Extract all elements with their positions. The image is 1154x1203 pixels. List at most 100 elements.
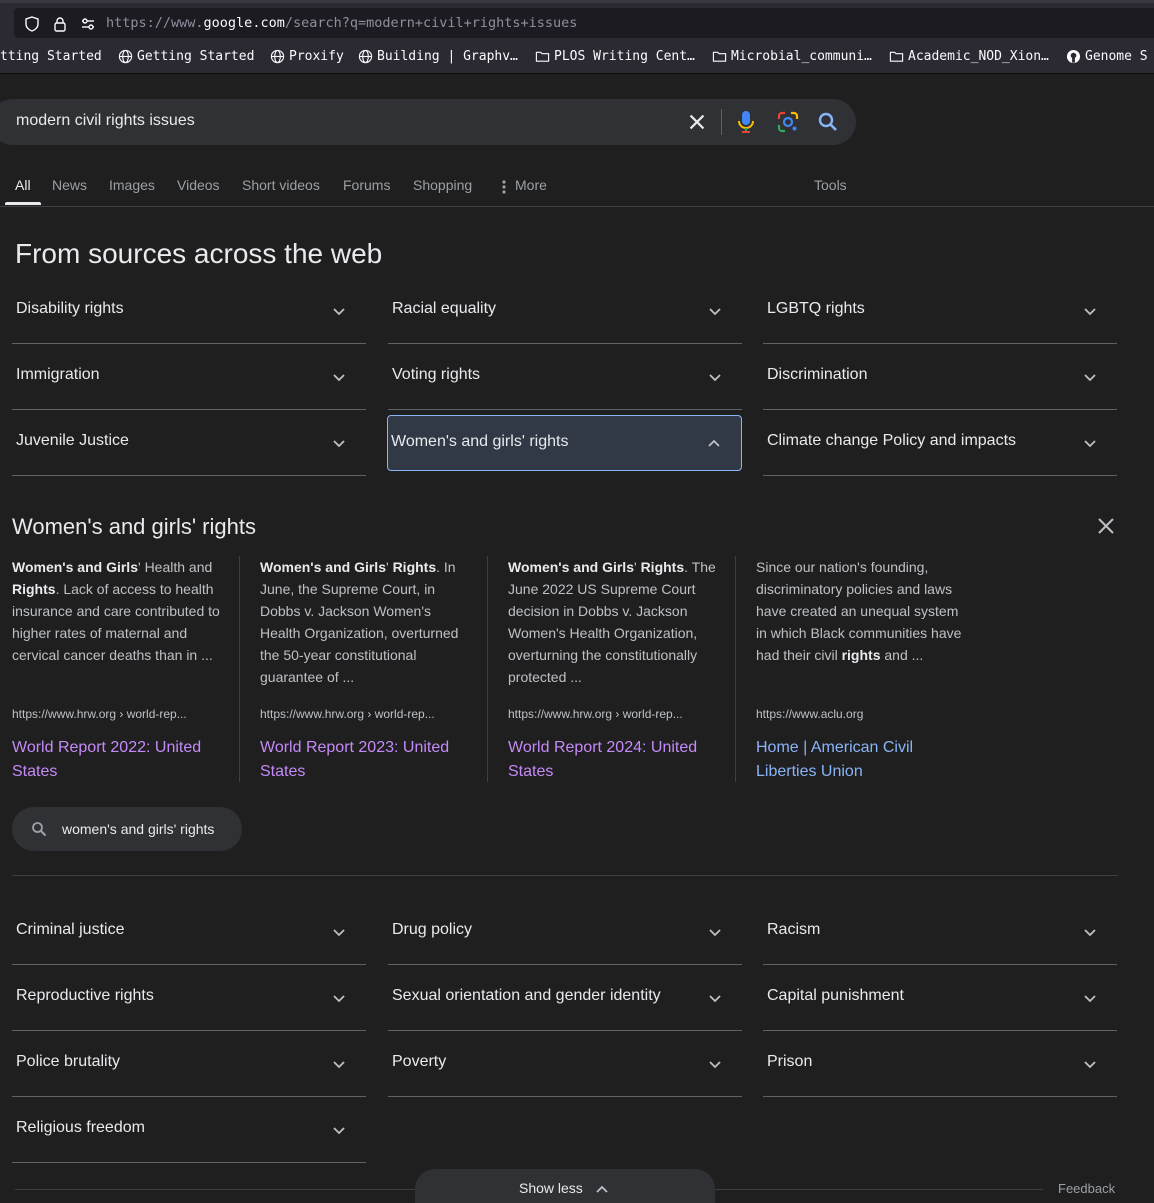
search-icon[interactable] — [816, 110, 840, 134]
tab-forums[interactable]: Forums — [343, 177, 390, 193]
bookmark-label: PLOS Writing Cent… — [554, 49, 695, 64]
topic-accordion[interactable]: Racial equality — [388, 278, 742, 344]
topic-label: Police brutality — [16, 1053, 121, 1070]
chevron-up-icon — [708, 439, 720, 447]
bookmark-item[interactable]: PLOS Writing Cent… — [535, 49, 695, 64]
search-box[interactable]: modern civil rights issues — [0, 99, 856, 145]
bookmark-item[interactable]: Microbial_communi… — [712, 49, 872, 64]
url-prefix: https://www. — [106, 15, 204, 31]
result-card[interactable]: Women's and Girls' Rights. In June, the … — [260, 556, 488, 782]
topic-label: Sexual orientation and gender identity — [392, 987, 661, 1004]
chevron-down-icon — [709, 995, 721, 1003]
lock-icon[interactable] — [52, 16, 68, 32]
topic-accordion[interactable]: Immigration — [12, 344, 366, 410]
topic-accordion[interactable]: Prison — [763, 1031, 1117, 1097]
result-source: https://www.hrw.org › world-rep... — [260, 707, 435, 721]
url-text[interactable]: https://www.google.com/search?q=modern+c… — [106, 15, 577, 31]
show-less-label: Show less — [519, 1180, 583, 1196]
permissions-icon[interactable] — [80, 16, 96, 32]
bookmark-item[interactable]: Genome S — [1066, 49, 1148, 64]
topic-accordion[interactable]: Women's and girls' rights — [387, 415, 742, 471]
topic-label: Capital punishment — [767, 987, 904, 1004]
bookmarks-bar: tting Started Getting Started Proxify Bu… — [0, 42, 1154, 74]
bookmark-label: Genome S — [1085, 49, 1148, 64]
bookmark-item[interactable]: Proxify — [270, 49, 344, 64]
chevron-down-icon — [1084, 308, 1096, 316]
result-source: https://www.hrw.org › world-rep... — [508, 707, 683, 721]
chevron-up-icon — [596, 1185, 608, 1193]
panel-title: Women's and girls' rights — [12, 514, 256, 539]
topic-label: Racism — [767, 921, 821, 938]
topic-label: Juvenile Justice — [16, 432, 129, 449]
tab-more[interactable]: More — [515, 177, 547, 193]
shield-icon[interactable] — [24, 16, 40, 32]
topic-accordion[interactable]: Religious freedom — [12, 1097, 366, 1163]
topic-accordion[interactable]: Drug policy — [388, 899, 742, 965]
search-query[interactable]: modern civil rights issues — [16, 112, 195, 130]
bookmark-label: Microbial_communi… — [731, 49, 872, 64]
topic-label: Discrimination — [767, 366, 868, 383]
microphone-icon[interactable] — [736, 110, 756, 134]
topic-accordion[interactable]: Voting rights — [388, 344, 742, 410]
tab-shopping[interactable]: Shopping — [413, 177, 472, 193]
result-title-link[interactable]: World Report 2022: United States — [12, 736, 212, 784]
topic-accordion[interactable]: Juvenile Justice — [12, 410, 366, 476]
topic-accordion[interactable]: Disability rights — [12, 278, 366, 344]
tab-videos[interactable]: Videos — [177, 177, 220, 193]
search-tabs: All News Images Videos Short videos Foru… — [0, 166, 1154, 207]
topic-accordion[interactable]: Police brutality — [12, 1031, 366, 1097]
result-snippet: Since our nation's founding, discriminat… — [756, 559, 962, 663]
topic-accordion[interactable]: Poverty — [388, 1031, 742, 1097]
result-snippet: Women's and Girls' Rights. In June, the … — [260, 559, 459, 685]
card-divider — [487, 556, 488, 782]
tab-all[interactable]: All — [15, 177, 31, 193]
topic-accordion[interactable]: Racism — [763, 899, 1117, 965]
folder-icon — [535, 51, 550, 62]
chevron-down-icon — [1084, 929, 1096, 937]
folder-icon — [712, 51, 727, 62]
result-source: https://www.hrw.org › world-rep... — [12, 707, 187, 721]
topic-label: Immigration — [16, 366, 100, 383]
search-results-page: modern civil rights issues All News Imag… — [0, 74, 1154, 1203]
bookmark-label: Proxify — [289, 49, 344, 64]
address-bar[interactable]: https://www.google.com/search?q=modern+c… — [14, 8, 1154, 38]
clear-icon[interactable] — [686, 111, 708, 133]
result-card[interactable]: Women's and Girls' Health and Rights. La… — [12, 556, 240, 782]
topic-accordion[interactable]: LGBTQ rights — [763, 278, 1117, 344]
result-title-link[interactable]: Home | American Civil Liberties Union — [756, 736, 956, 784]
feedback-link[interactable]: Feedback — [1058, 1181, 1115, 1196]
result-card[interactable]: Women's and Girls' Rights. The June 2022… — [508, 556, 736, 782]
topic-accordion[interactable]: Capital punishment — [763, 965, 1117, 1031]
bookmark-item[interactable]: Academic_NOD_Xion… — [889, 49, 1049, 64]
tools-button[interactable]: Tools — [814, 177, 847, 193]
url-domain: google.com — [203, 15, 285, 31]
related-search-chip[interactable]: women's and girls' rights — [12, 807, 242, 851]
more-vertical-icon[interactable] — [500, 179, 508, 195]
topic-accordion[interactable]: Climate change Policy and impacts — [763, 410, 1117, 476]
topic-accordion[interactable]: Discrimination — [763, 344, 1117, 410]
chevron-down-icon — [1084, 440, 1096, 448]
show-less-button[interactable]: Show less — [415, 1169, 715, 1203]
chevron-down-icon — [333, 995, 345, 1003]
bookmark-item[interactable]: tting Started — [0, 49, 102, 64]
bookmark-item[interactable]: Building | Graphv… — [358, 49, 518, 64]
result-title-link[interactable]: World Report 2024: United States — [508, 736, 708, 784]
tab-short-videos[interactable]: Short videos — [242, 177, 320, 193]
topic-label: Reproductive rights — [16, 987, 154, 1004]
bookmark-item[interactable]: Getting Started — [118, 49, 254, 64]
topic-accordion[interactable]: Sexual orientation and gender identity — [388, 965, 742, 1031]
active-tab-indicator — [5, 202, 41, 205]
tab-news[interactable]: News — [52, 177, 87, 193]
tab-images[interactable]: Images — [109, 177, 155, 193]
topic-label: Climate change Policy and impacts — [767, 432, 1017, 449]
chevron-down-icon — [709, 374, 721, 382]
close-icon[interactable] — [1096, 516, 1116, 536]
result-title-link[interactable]: World Report 2023: United States — [260, 736, 460, 784]
bookmark-label: Academic_NOD_Xion… — [908, 49, 1049, 64]
google-lens-icon[interactable] — [776, 110, 800, 134]
topic-accordion[interactable]: Criminal justice — [12, 899, 366, 965]
result-card[interactable]: Since our nation's founding, discriminat… — [756, 556, 984, 782]
chevron-down-icon — [709, 308, 721, 316]
topic-accordion[interactable]: Reproductive rights — [12, 965, 366, 1031]
result-snippet: Women's and Girls' Rights. The June 2022… — [508, 559, 716, 685]
